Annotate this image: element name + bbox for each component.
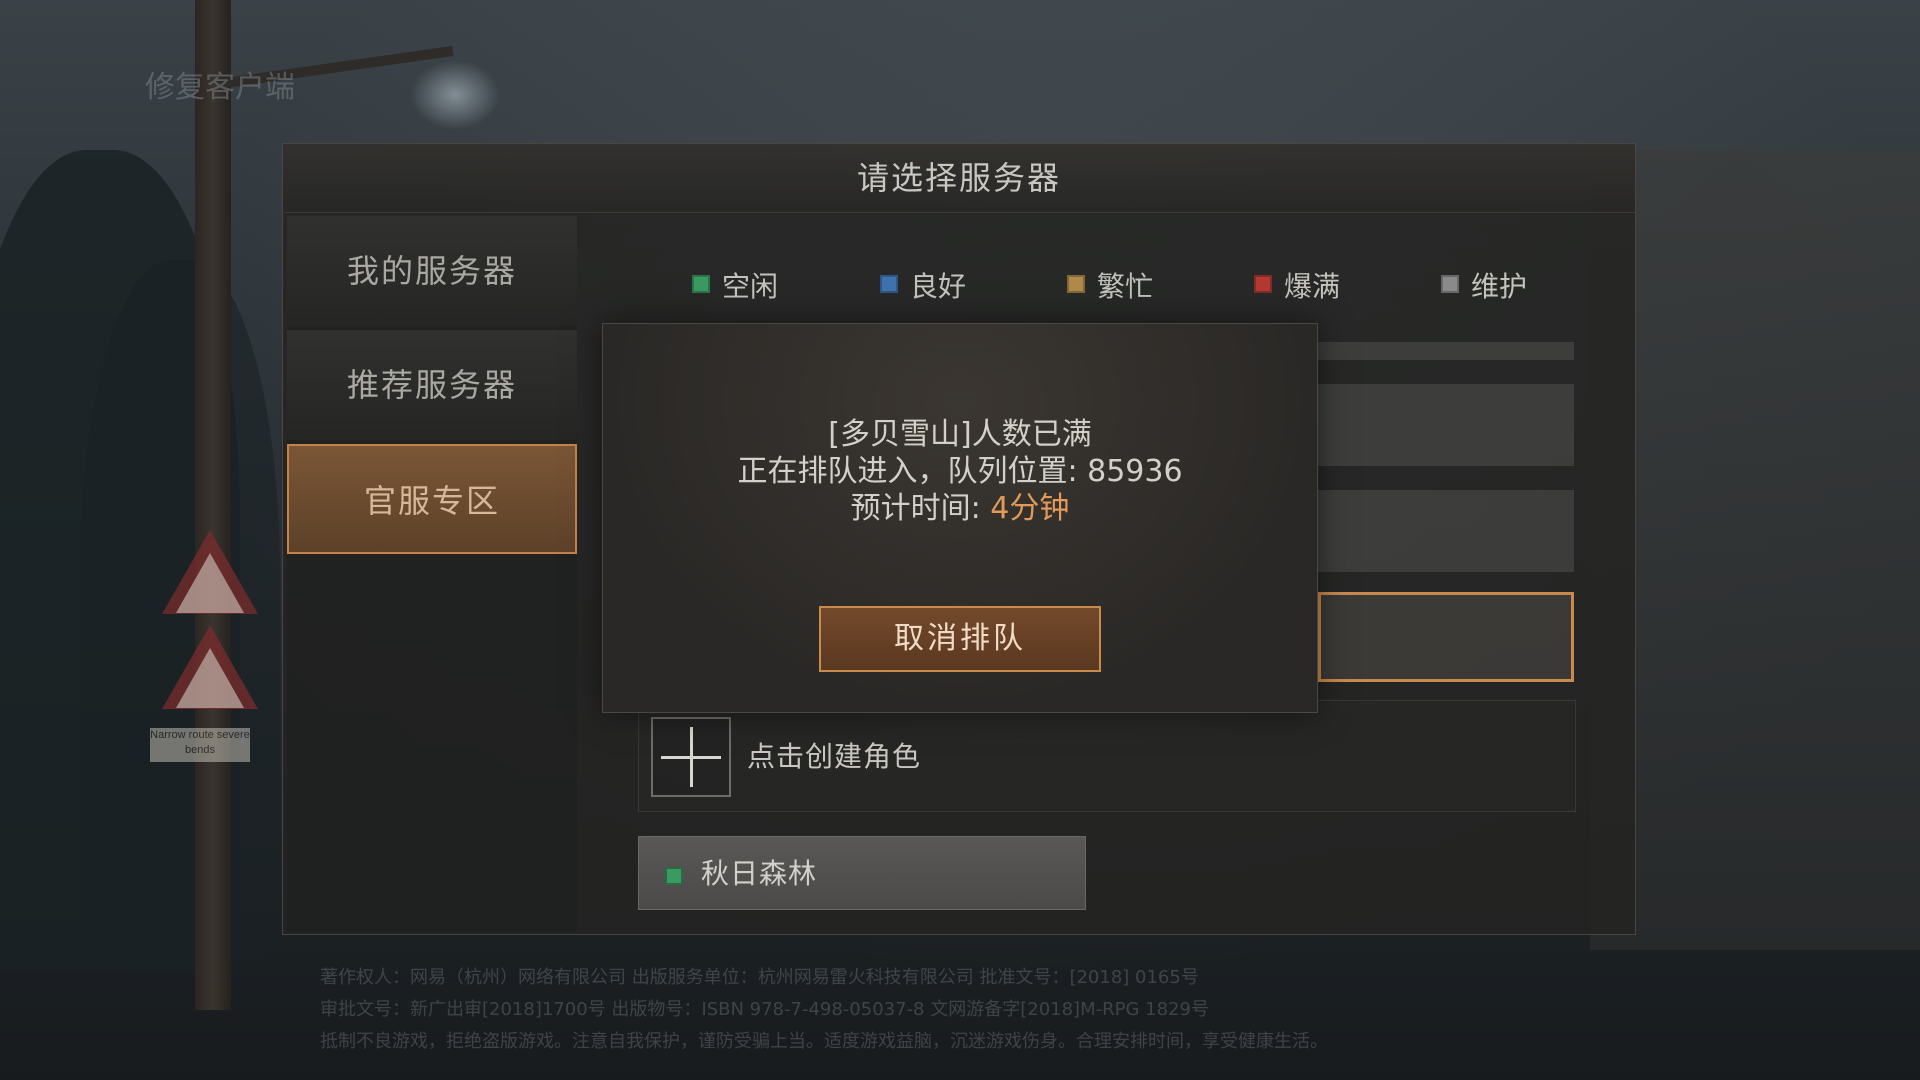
status-maintenance-swatch <box>1441 275 1459 293</box>
create-role-label: 点击创建角色 <box>747 740 922 773</box>
status-full-swatch <box>1254 275 1272 293</box>
panel-title: 请选择服务器 <box>283 144 1635 213</box>
plus-icon-bar <box>690 727 693 787</box>
status-idle-swatch <box>692 275 710 293</box>
house <box>1590 150 1920 950</box>
server-card[interactable]: 秋日森林 <box>638 836 1086 910</box>
legend-busy: 繁忙 <box>1067 265 1153 305</box>
create-role-row[interactable]: 点击创建角色 <box>638 700 1576 812</box>
legend-idle: 空闲 <box>692 265 778 305</box>
legend-label: 维护 <box>1471 270 1528 303</box>
footer-line: 抵制不良游戏，拒绝盗版游戏。注意自我保护，谨防受骗上当。适度游戏益脑，沉迷游戏伤… <box>320 1031 1328 1052</box>
legend-label: 繁忙 <box>1097 270 1154 303</box>
warning-sign-inner <box>176 553 244 613</box>
status-good-swatch <box>880 275 898 293</box>
queue-eta-prefix: 预计时间: <box>850 491 991 526</box>
deer-sign-inner <box>176 648 244 708</box>
server-category-sidebar: 我的服务器 推荐服务器 官服专区 <box>287 216 577 932</box>
legend-label: 空闲 <box>722 270 779 303</box>
queue-dialog: [多贝雪山]人数已满 正在排队进入，队列位置: 85936 预计时间: 4分钟 … <box>602 323 1318 713</box>
tab-recommended-servers[interactable]: 推荐服务器 <box>287 330 577 440</box>
server-list-item[interactable] <box>1318 490 1574 572</box>
legend-label: 良好 <box>910 270 967 303</box>
server-name: 秋日森林 <box>701 857 818 890</box>
road-sign-plate: Narrow route severe bends <box>150 728 250 762</box>
server-list-item[interactable] <box>1318 342 1574 360</box>
utility-pole <box>195 0 231 1010</box>
footer-line: 审批文号：新广出审[2018]1700号 出版物号：ISBN 978-7-498… <box>320 999 1209 1020</box>
tab-official-servers[interactable]: 官服专区 <box>287 444 577 554</box>
legend-label: 爆满 <box>1284 270 1341 303</box>
server-list-item-selected[interactable] <box>1318 592 1574 682</box>
queue-eta-value: 4分钟 <box>990 491 1070 526</box>
legend-good: 良好 <box>880 265 966 305</box>
repair-client-link[interactable]: 修复客户端 <box>145 62 295 106</box>
queue-eta-message: 预计时间: 4分钟 <box>603 483 1317 527</box>
legend-maintenance: 维护 <box>1441 265 1527 305</box>
legend-full: 爆满 <box>1254 265 1340 305</box>
plus-icon[interactable] <box>651 717 731 797</box>
status-idle-icon <box>665 867 683 885</box>
cancel-queue-button[interactable]: 取消排队 <box>819 606 1101 672</box>
server-list-item[interactable] <box>1318 384 1574 466</box>
license-footer: 著作权人：网易（杭州）网络有限公司 出版服务单位：杭州网易雷火科技有限公司 批准… <box>320 962 1620 1058</box>
tab-my-servers[interactable]: 我的服务器 <box>287 216 577 326</box>
footer-line: 著作权人：网易（杭州）网络有限公司 出版服务单位：杭州网易雷火科技有限公司 批准… <box>320 967 1199 988</box>
street-lamp-glow <box>410 60 500 130</box>
status-busy-swatch <box>1067 275 1085 293</box>
